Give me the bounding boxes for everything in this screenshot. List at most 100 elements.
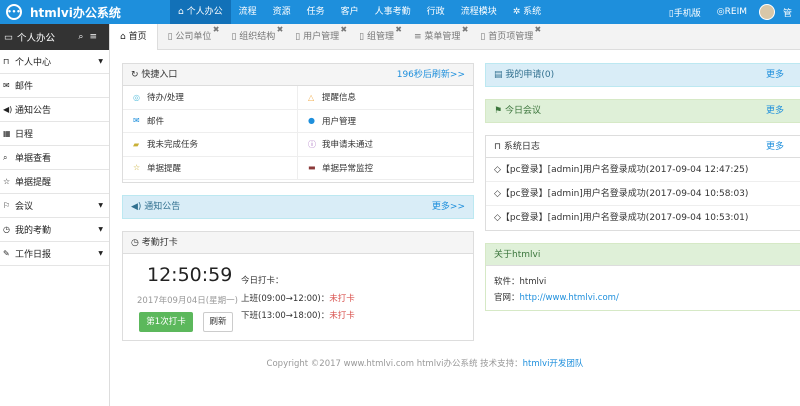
today-meeting-header: ⚑ 今日会议 更多: [486, 100, 800, 122]
notice-more-link[interactable]: 更多>>: [432, 196, 465, 218]
attendance-panel: ◷ 考勤打卡 12:50:59 2017年09月04日(星期一) 今日打卡： 上…: [122, 231, 474, 341]
flag-icon: ⚑: [494, 106, 505, 116]
search-icon: ⌕: [3, 152, 8, 162]
page-tabs: ⌂ 首页 ▯ 公司单位 ✖ ▯ 组织结构 ✖ ▯ 用户管理 ✖ ▯ 组管理 ✖ ≡ 菜单…: [110, 24, 800, 50]
refresh-countdown-link[interactable]: 196秒后刷新>>: [397, 64, 465, 86]
sidebar-item-attendance[interactable]: ◷ 我的考勤 ▼: [0, 218, 109, 242]
sidebar-item-mail[interactable]: ✉ 邮件: [0, 74, 109, 98]
topnav-customer[interactable]: 客户: [333, 0, 367, 24]
checkin-button[interactable]: 第1次打卡: [139, 312, 193, 332]
about-header: 关于htmlvi: [486, 244, 800, 266]
avatar[interactable]: [758, 4, 775, 20]
sidebar-header: ▭ 个人办公 ⌕≡: [0, 24, 109, 50]
star-icon: ☆: [133, 163, 141, 173]
topnav-task[interactable]: 任务: [299, 0, 333, 24]
tab-user-mgmt[interactable]: ▯ 用户管理 ✖: [285, 24, 349, 50]
menu-icon[interactable]: ≡: [89, 32, 103, 42]
bookmark-icon: ⊓: [3, 57, 10, 66]
document-icon: ▯: [359, 32, 367, 42]
tab-org[interactable]: ▯ 组织结构 ✖: [221, 24, 285, 50]
about-software: 软件：htmlvi: [494, 277, 547, 287]
top-menu: ⌂ 个人办公 流程 资源 任务 客户 人事考勤 行政 流程模块 ✲ 系统: [170, 0, 549, 24]
log-row: ◇【pc登录】[admin]用户名登录成功(2017-09-04 12:47:2…: [486, 158, 800, 182]
quick-item-unfinished-tasks[interactable]: ▰ 我未完成任务: [123, 133, 298, 157]
application-more-link[interactable]: 更多: [766, 64, 784, 86]
info-icon: ⓘ: [308, 139, 316, 149]
log-more-link[interactable]: 更多: [766, 136, 784, 158]
system-log-panel: ⊓ 系统日志 更多 ◇【pc登录】[admin]用户名登录成功(2017-09-…: [485, 135, 800, 231]
topnav-system[interactable]: ✲ 系统: [505, 0, 549, 24]
topnav-workflow[interactable]: 流程: [231, 0, 265, 24]
reim-link[interactable]: ◎REIM: [709, 7, 755, 17]
quick-entry-grid: ◎ 待办/处理 △ 提醒信息 ✉ 邮件 ● 用户管理 ▰ 我未完成任务 ⓘ 我申请未通过 ☆…: [123, 86, 473, 180]
topnav-hr-attendance[interactable]: 人事考勤: [367, 0, 419, 24]
sidebar-item-daily-report[interactable]: ✎ 工作日报 ▼: [0, 242, 109, 266]
footer: Copyright ©2017 www.htmlvi.com htmlvi办公系…: [110, 357, 740, 369]
clock-time: 12:50:59: [147, 264, 233, 286]
log-row: ◇【pc登录】[admin]用户名登录成功(2017-09-04 10:53:0…: [494, 213, 749, 223]
tab-home-items[interactable]: ▯ 首页项管理 ✖: [470, 24, 543, 50]
sidebar: ▭ 个人办公 ⌕≡ ⊓ 个人中心 ▼ ✉ 邮件 ◀) 通知公告 ▦ 日程 ⌕ 单据查看 ☆ 单…: [0, 24, 110, 406]
sidebar-item-calendar[interactable]: ▦ 日程: [0, 122, 109, 146]
topnav-personal-office[interactable]: ⌂ 个人办公: [170, 0, 231, 24]
pm-status: 未打卡: [329, 311, 355, 321]
refresh-button[interactable]: 刷新: [203, 312, 233, 332]
my-application-header: ▤ 我的申请(0) 更多: [486, 64, 800, 86]
quick-item-mail[interactable]: ✉ 邮件: [123, 109, 298, 133]
quick-item-user-mgmt[interactable]: ● 用户管理: [298, 110, 473, 133]
quick-entry-header: ↻ 快捷入口 196秒后刷新>>: [123, 64, 473, 86]
user-menu[interactable]: 管: [775, 6, 800, 19]
bookmark-icon: ⊓: [494, 142, 504, 152]
close-icon[interactable]: ✖: [340, 17, 347, 43]
notice-panel: ◀) 通知公告 更多>>: [122, 195, 474, 219]
log-row: ◇【pc登录】[admin]用户名登录成功(2017-09-04 10:58:0…: [486, 182, 800, 206]
tab-home[interactable]: ⌂ 首页: [110, 24, 158, 50]
brand[interactable]: ••• htmlvi办公系统: [6, 2, 121, 22]
close-icon[interactable]: ✖: [277, 17, 284, 43]
chat-bubble-icon: •••: [6, 4, 22, 20]
quick-item-todo[interactable]: ◎ 待办/处理: [123, 86, 298, 110]
caret-down-icon: ▼: [98, 202, 103, 209]
close-icon[interactable]: ✖: [213, 17, 220, 43]
quick-item-reminder[interactable]: △ 提醒信息: [298, 86, 473, 110]
gear-icon: ✲: [512, 7, 524, 17]
notice-header: ◀) 通知公告 更多>>: [123, 196, 473, 218]
topnav-admin[interactable]: 行政: [419, 0, 453, 24]
quick-item-rejected[interactable]: ⓘ 我申请未通过: [298, 133, 473, 157]
close-icon[interactable]: ✖: [535, 17, 542, 43]
sidebar-item-notice[interactable]: ◀) 通知公告: [0, 98, 109, 122]
envelope-icon: ✉: [133, 116, 140, 126]
briefcase-icon: ▬: [308, 163, 316, 173]
sidebar-item-meeting[interactable]: ⚐ 会议 ▼: [0, 194, 109, 218]
meeting-more-link[interactable]: 更多: [766, 100, 784, 122]
quick-item-doc-remind[interactable]: ☆ 单据提醒: [123, 156, 298, 180]
tab-group-mgmt[interactable]: ▯ 组管理 ✖: [349, 24, 404, 50]
caret-down-icon: ▼: [98, 226, 103, 233]
list-icon: ≡: [413, 32, 425, 42]
sidebar-item-doc-remind[interactable]: ☆ 单据提醒: [0, 170, 109, 194]
quick-entry-panel: ↻ 快捷入口 196秒后刷新>> ◎ 待办/处理 △ 提醒信息 ✉ 邮件 ● 用户管理 …: [122, 63, 474, 183]
sidebar-item-doc-view[interactable]: ⌕ 单据查看: [0, 146, 109, 170]
tab-company[interactable]: ▯ 公司单位 ✖: [158, 24, 222, 50]
home-icon: ⌂: [178, 7, 187, 17]
my-application-panel: ▤ 我的申请(0) 更多: [485, 63, 800, 87]
close-icon[interactable]: ✖: [462, 17, 469, 43]
close-icon[interactable]: ✖: [395, 17, 402, 43]
home-icon: ⌂: [120, 32, 129, 42]
clock-icon: ◷: [131, 238, 142, 248]
brand-name: htmlvi办公系统: [30, 5, 121, 20]
support-link[interactable]: htmlvi开发团队: [523, 359, 584, 369]
topnav-workflow-module[interactable]: 流程模块: [453, 0, 505, 24]
volume-icon: ◀): [131, 202, 145, 212]
star-icon: ☆: [3, 177, 11, 186]
clock-date: 2017年09月04日(星期一): [137, 296, 238, 306]
mobile-link[interactable]: ▯手机版: [661, 6, 709, 19]
search-icon[interactable]: ⌕: [78, 32, 89, 42]
site-link[interactable]: http://www.htmlvi.com/: [520, 293, 619, 303]
tab-menu-mgmt[interactable]: ≡ 菜单管理 ✖: [404, 24, 470, 50]
sidebar-item-personal-center[interactable]: ⊓ 个人中心 ▼: [0, 50, 109, 74]
about-site: 官网：http://www.htmlvi.com/: [494, 293, 619, 303]
attendance-header: ◷ 考勤打卡: [123, 232, 473, 254]
today-checkin-label: 今日打卡：: [241, 276, 284, 286]
quick-item-doc-monitor[interactable]: ▬ 单据异常监控: [298, 157, 473, 180]
